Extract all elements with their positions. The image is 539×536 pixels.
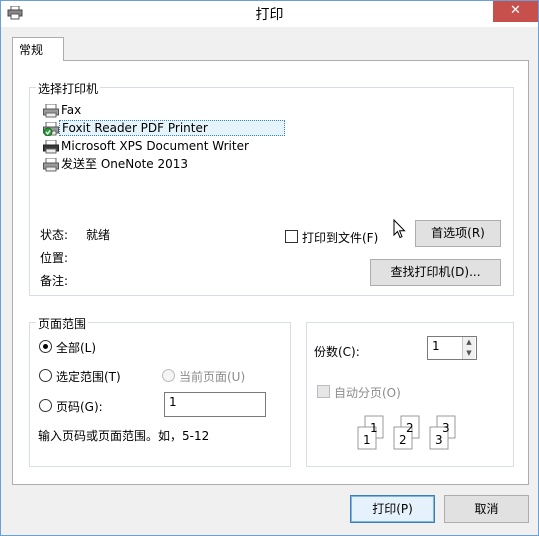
printer-icon [43,140,59,154]
preferences-button[interactable]: 首选项(R) [415,220,501,247]
selection-label[interactable]: 选定范围(T) [56,368,121,385]
printer-item-selected[interactable]: Foxit Reader PDF Printer [41,120,291,138]
pages-input[interactable]: 1 [164,392,266,417]
printer-item[interactable]: 发送至 OneNote 2013 [41,156,291,174]
copies-label: 份数(C): [314,345,360,359]
mouse-cursor-icon [393,219,406,239]
comment-label: 备注: [40,274,69,288]
print-button[interactable]: 打印(P) [350,495,435,523]
printer-name: Foxit Reader PDF Printer [59,120,285,136]
all-pages-label[interactable]: 全部(L) [56,339,96,356]
window-title: 打印 [255,7,284,23]
tab-general[interactable]: 常规 [12,37,64,61]
close-button[interactable]: ✕ [493,1,538,22]
close-icon: ✕ [510,3,521,18]
page-range-legend: 页面范围 [36,315,89,332]
copies-up-button[interactable]: ▲ [462,337,475,348]
cancel-button[interactable]: 取消 [444,495,529,523]
selection-radio[interactable] [39,369,52,382]
printer-item[interactable]: Fax [41,102,291,120]
status-value: 就绪 [86,228,111,242]
printer-icon [43,158,59,172]
print-dialog: 打印 ✕ 常规 选择打印机 Fax Foxit Reader PDF Print… [0,0,539,536]
all-pages-radio[interactable] [39,340,52,353]
find-printer-button[interactable]: 查找打印机(D)... [370,259,501,286]
location-label: 位置: [40,251,69,265]
chevron-up-icon: ▲ [466,338,472,346]
pages-radio[interactable] [39,399,52,412]
printer-item[interactable]: Microsoft XPS Document Writer [41,138,291,156]
copies-down-button[interactable]: ▼ [462,348,475,359]
collate-page-number: 3 [442,421,450,435]
printer-name: Microsoft XPS Document Writer [61,139,249,153]
printer-name: Fax [61,103,82,117]
current-page-label[interactable]: 当前页面(U) [179,368,245,385]
collate-checkbox[interactable] [317,385,330,398]
collate-page-number: 1 [363,433,371,447]
collate-page-number: 3 [435,433,443,447]
printer-list[interactable]: Fax Foxit Reader PDF Printer Microsoft X… [41,102,291,174]
collate-label[interactable]: 自动分页(O) [334,384,401,401]
current-page-radio[interactable] [162,369,175,382]
fax-printer-icon [43,104,59,118]
pages-label[interactable]: 页码(G): [56,398,103,415]
chevron-down-icon: ▼ [466,349,472,357]
collate-page-number: 2 [406,421,414,435]
status-label: 状态: [40,228,69,242]
title-bar[interactable]: 打印 ✕ [1,1,538,27]
printer-name: 发送至 OneNote 2013 [61,157,189,171]
print-to-file-label[interactable]: 打印到文件(F) [302,229,378,246]
print-to-file-checkbox[interactable] [285,230,298,243]
collate-page-number: 1 [370,421,378,435]
page-range-hint: 输入页码或页面范围。如，5-12 [38,429,210,443]
collate-page-number: 2 [399,433,407,447]
collate-pages-icon: 1 1 2 2 3 3 [357,415,456,450]
select-printer-legend: 选择打印机 [36,80,101,97]
default-printer-icon [43,122,59,136]
